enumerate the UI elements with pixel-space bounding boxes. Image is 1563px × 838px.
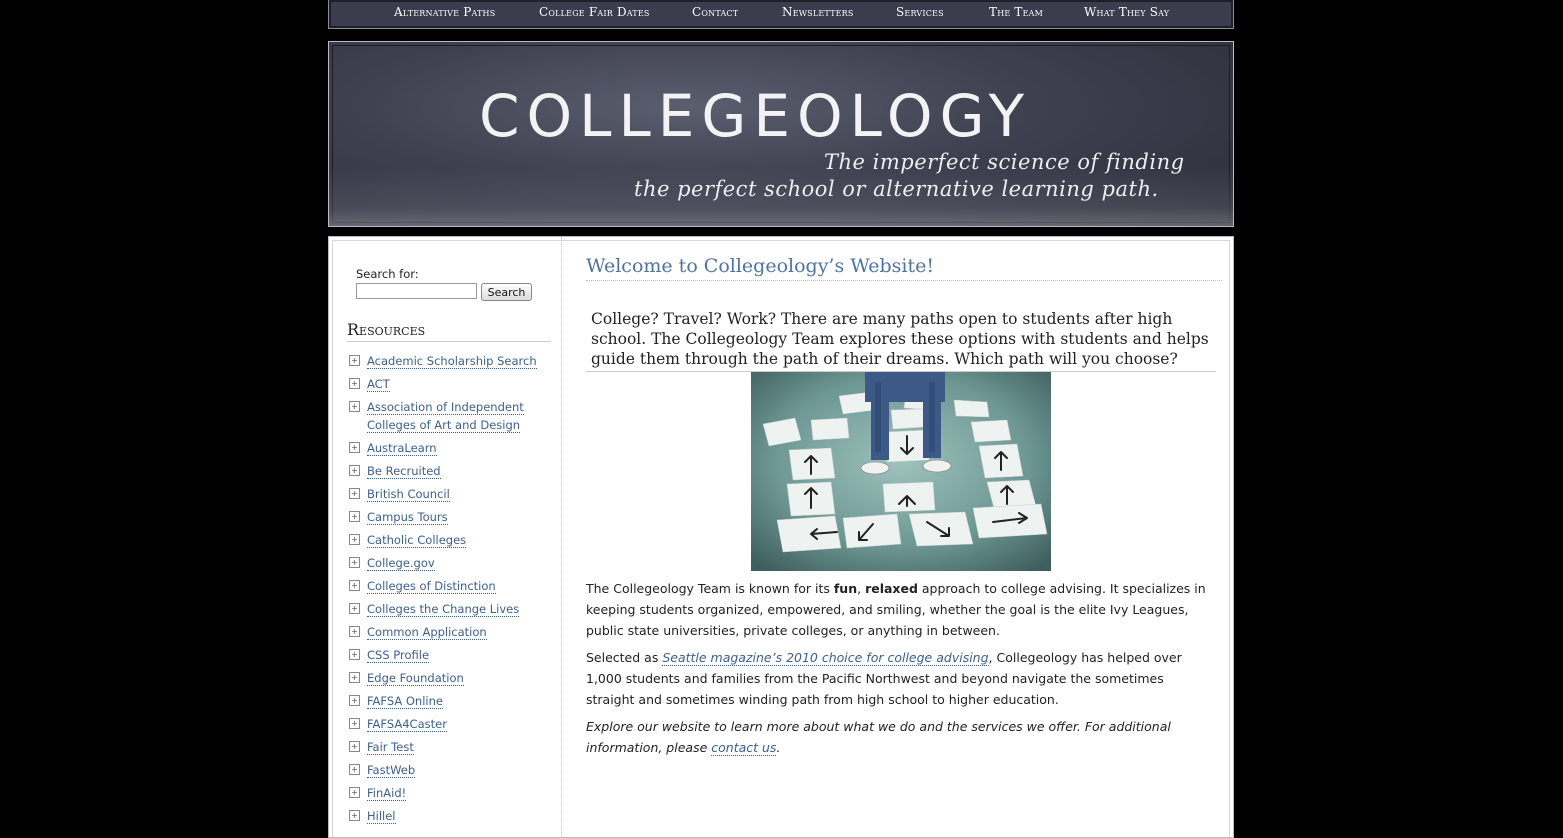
resource-link[interactable]: British Council xyxy=(367,487,450,502)
header-banner[interactable]: COLLEGEOLOGY The imperfect science of fi… xyxy=(328,41,1234,227)
expand-box-icon: + xyxy=(349,764,360,775)
list-item: + ACT xyxy=(349,375,549,393)
list-item: + FastWeb xyxy=(349,761,549,779)
text-span: . xyxy=(776,740,781,755)
sidebar: Search for: Search Resources + Academic S… xyxy=(329,237,562,837)
expand-box-icon: + xyxy=(349,603,360,614)
expand-box-icon: + xyxy=(349,557,360,568)
nav-item-contact[interactable]: Contact xyxy=(692,5,738,19)
text-span: , xyxy=(857,581,866,596)
list-item: + AustraLearn xyxy=(349,439,549,457)
text-span: Selected as xyxy=(586,650,663,665)
resource-link[interactable]: FAFSA4Caster xyxy=(367,717,447,732)
list-item: + College.gov xyxy=(349,554,549,572)
expand-box-icon: + xyxy=(349,672,360,683)
resource-link[interactable]: Colleges of Distinction xyxy=(367,579,496,594)
expand-box-icon: + xyxy=(349,378,360,389)
resource-link[interactable]: FastWeb xyxy=(367,763,416,778)
list-item: + Catholic Colleges xyxy=(349,531,549,549)
list-item: + Academic Scholarship Search xyxy=(349,352,549,370)
expand-box-icon: + xyxy=(349,695,360,706)
intro-text: College? Travel? Work? There are many pa… xyxy=(591,310,1209,368)
top-nav: Alternative Paths College Fair Dates Con… xyxy=(328,0,1234,29)
expand-box-icon: + xyxy=(349,718,360,729)
seattle-magazine-link[interactable]: Seattle magazine’s 2010 choice for colle… xyxy=(662,650,989,666)
list-item: + Be Recruited xyxy=(349,462,549,480)
nav-item-newsletters[interactable]: Newsletters xyxy=(782,5,854,19)
nav-item-alternative-paths[interactable]: Alternative Paths xyxy=(394,5,495,19)
resource-link[interactable]: AustraLearn xyxy=(367,441,437,456)
list-item: + Colleges the Change Lives xyxy=(349,600,549,618)
hopscotch-arrows-photo xyxy=(751,372,1051,571)
list-item: + FAFSA Online xyxy=(349,692,549,710)
list-item: + Fair Test xyxy=(349,738,549,756)
nav-item-services[interactable]: Services xyxy=(896,5,944,19)
resource-link[interactable]: FAFSA Online xyxy=(367,694,443,709)
expand-box-icon: + xyxy=(349,741,360,752)
resource-link[interactable]: Campus Tours xyxy=(367,510,448,525)
resource-link[interactable]: Catholic Colleges xyxy=(367,533,467,548)
search-label: Search for: xyxy=(356,267,419,281)
paragraph-approach: The Collegeology Team is known for its f… xyxy=(586,578,1216,641)
list-item: + Common Application xyxy=(349,623,549,641)
resource-link[interactable]: Common Application xyxy=(367,625,487,640)
list-item: + Edge Foundation xyxy=(349,669,549,687)
list-item: + Colleges of Distinction xyxy=(349,577,549,595)
list-item: + Campus Tours xyxy=(349,508,549,526)
resource-link[interactable]: Colleges the Change Lives xyxy=(367,602,520,617)
resource-link[interactable]: Fair Test xyxy=(367,740,414,755)
expand-box-icon: + xyxy=(349,465,360,476)
paragraph-explore: Explore our website to learn more about … xyxy=(586,716,1216,758)
tagline-line-1: The imperfect science of finding xyxy=(824,150,1185,174)
text-span: Explore our website to learn more about … xyxy=(586,719,1171,755)
list-item: + Association of Independent Colleges of … xyxy=(349,398,549,434)
resource-link[interactable]: Association of Independent Colleges of A… xyxy=(367,400,524,433)
list-item: + Hillel xyxy=(349,807,549,825)
expand-box-icon: + xyxy=(349,355,360,366)
list-item: + CSS Profile xyxy=(349,646,549,664)
nav-item-the-team[interactable]: The Team xyxy=(989,5,1043,19)
search-input[interactable] xyxy=(356,283,477,299)
expand-box-icon: + xyxy=(349,534,360,545)
content-area: Search for: Search Resources + Academic S… xyxy=(328,236,1234,838)
resource-link[interactable]: CSS Profile xyxy=(367,648,430,663)
expand-box-icon: + xyxy=(349,810,360,821)
resource-link[interactable]: FinAid! xyxy=(367,786,407,801)
emphasis-fun: fun xyxy=(833,581,858,596)
contact-us-link[interactable]: contact us xyxy=(711,740,777,756)
resource-link[interactable]: Academic Scholarship Search xyxy=(367,354,537,369)
tagline-line-2: the perfect school or alternative learni… xyxy=(634,177,1159,201)
expand-box-icon: + xyxy=(349,649,360,660)
resources-list: + Academic Scholarship Search + ACT + Assoc… xyxy=(349,352,549,830)
expand-box-icon: + xyxy=(349,488,360,499)
nav-item-college-fair-dates[interactable]: College Fair Dates xyxy=(539,5,650,19)
site-logo[interactable]: COLLEGEOLOGY xyxy=(479,82,1031,150)
resource-link[interactable]: Hillel xyxy=(367,809,396,824)
expand-box-icon: + xyxy=(349,580,360,591)
expand-box-icon: + xyxy=(349,787,360,798)
list-item: + FinAid! xyxy=(349,784,549,802)
resource-link[interactable]: Be Recruited xyxy=(367,464,441,479)
expand-box-icon: + xyxy=(349,442,360,453)
resources-heading: Resources xyxy=(347,320,551,342)
list-item: + FAFSA4Caster xyxy=(349,715,549,733)
resource-link[interactable]: ACT xyxy=(367,377,390,392)
expand-box-icon: + xyxy=(349,626,360,637)
emphasis-relaxed: relaxed xyxy=(865,581,918,596)
resource-link[interactable]: Edge Foundation xyxy=(367,671,464,686)
expand-box-icon: + xyxy=(349,511,360,522)
nav-item-what-they-say[interactable]: What They Say xyxy=(1084,5,1169,19)
resource-link[interactable]: College.gov xyxy=(367,556,435,571)
expand-box-icon: + xyxy=(349,401,360,412)
search-button[interactable]: Search xyxy=(481,283,532,301)
paragraph-selected: Selected as Seattle magazine’s 2010 choi… xyxy=(586,647,1216,710)
text-span: The Collegeology Team is known for its xyxy=(586,581,834,596)
page-title: Welcome to Collegeology’s Website! xyxy=(586,255,1222,281)
list-item: + British Council xyxy=(349,485,549,503)
